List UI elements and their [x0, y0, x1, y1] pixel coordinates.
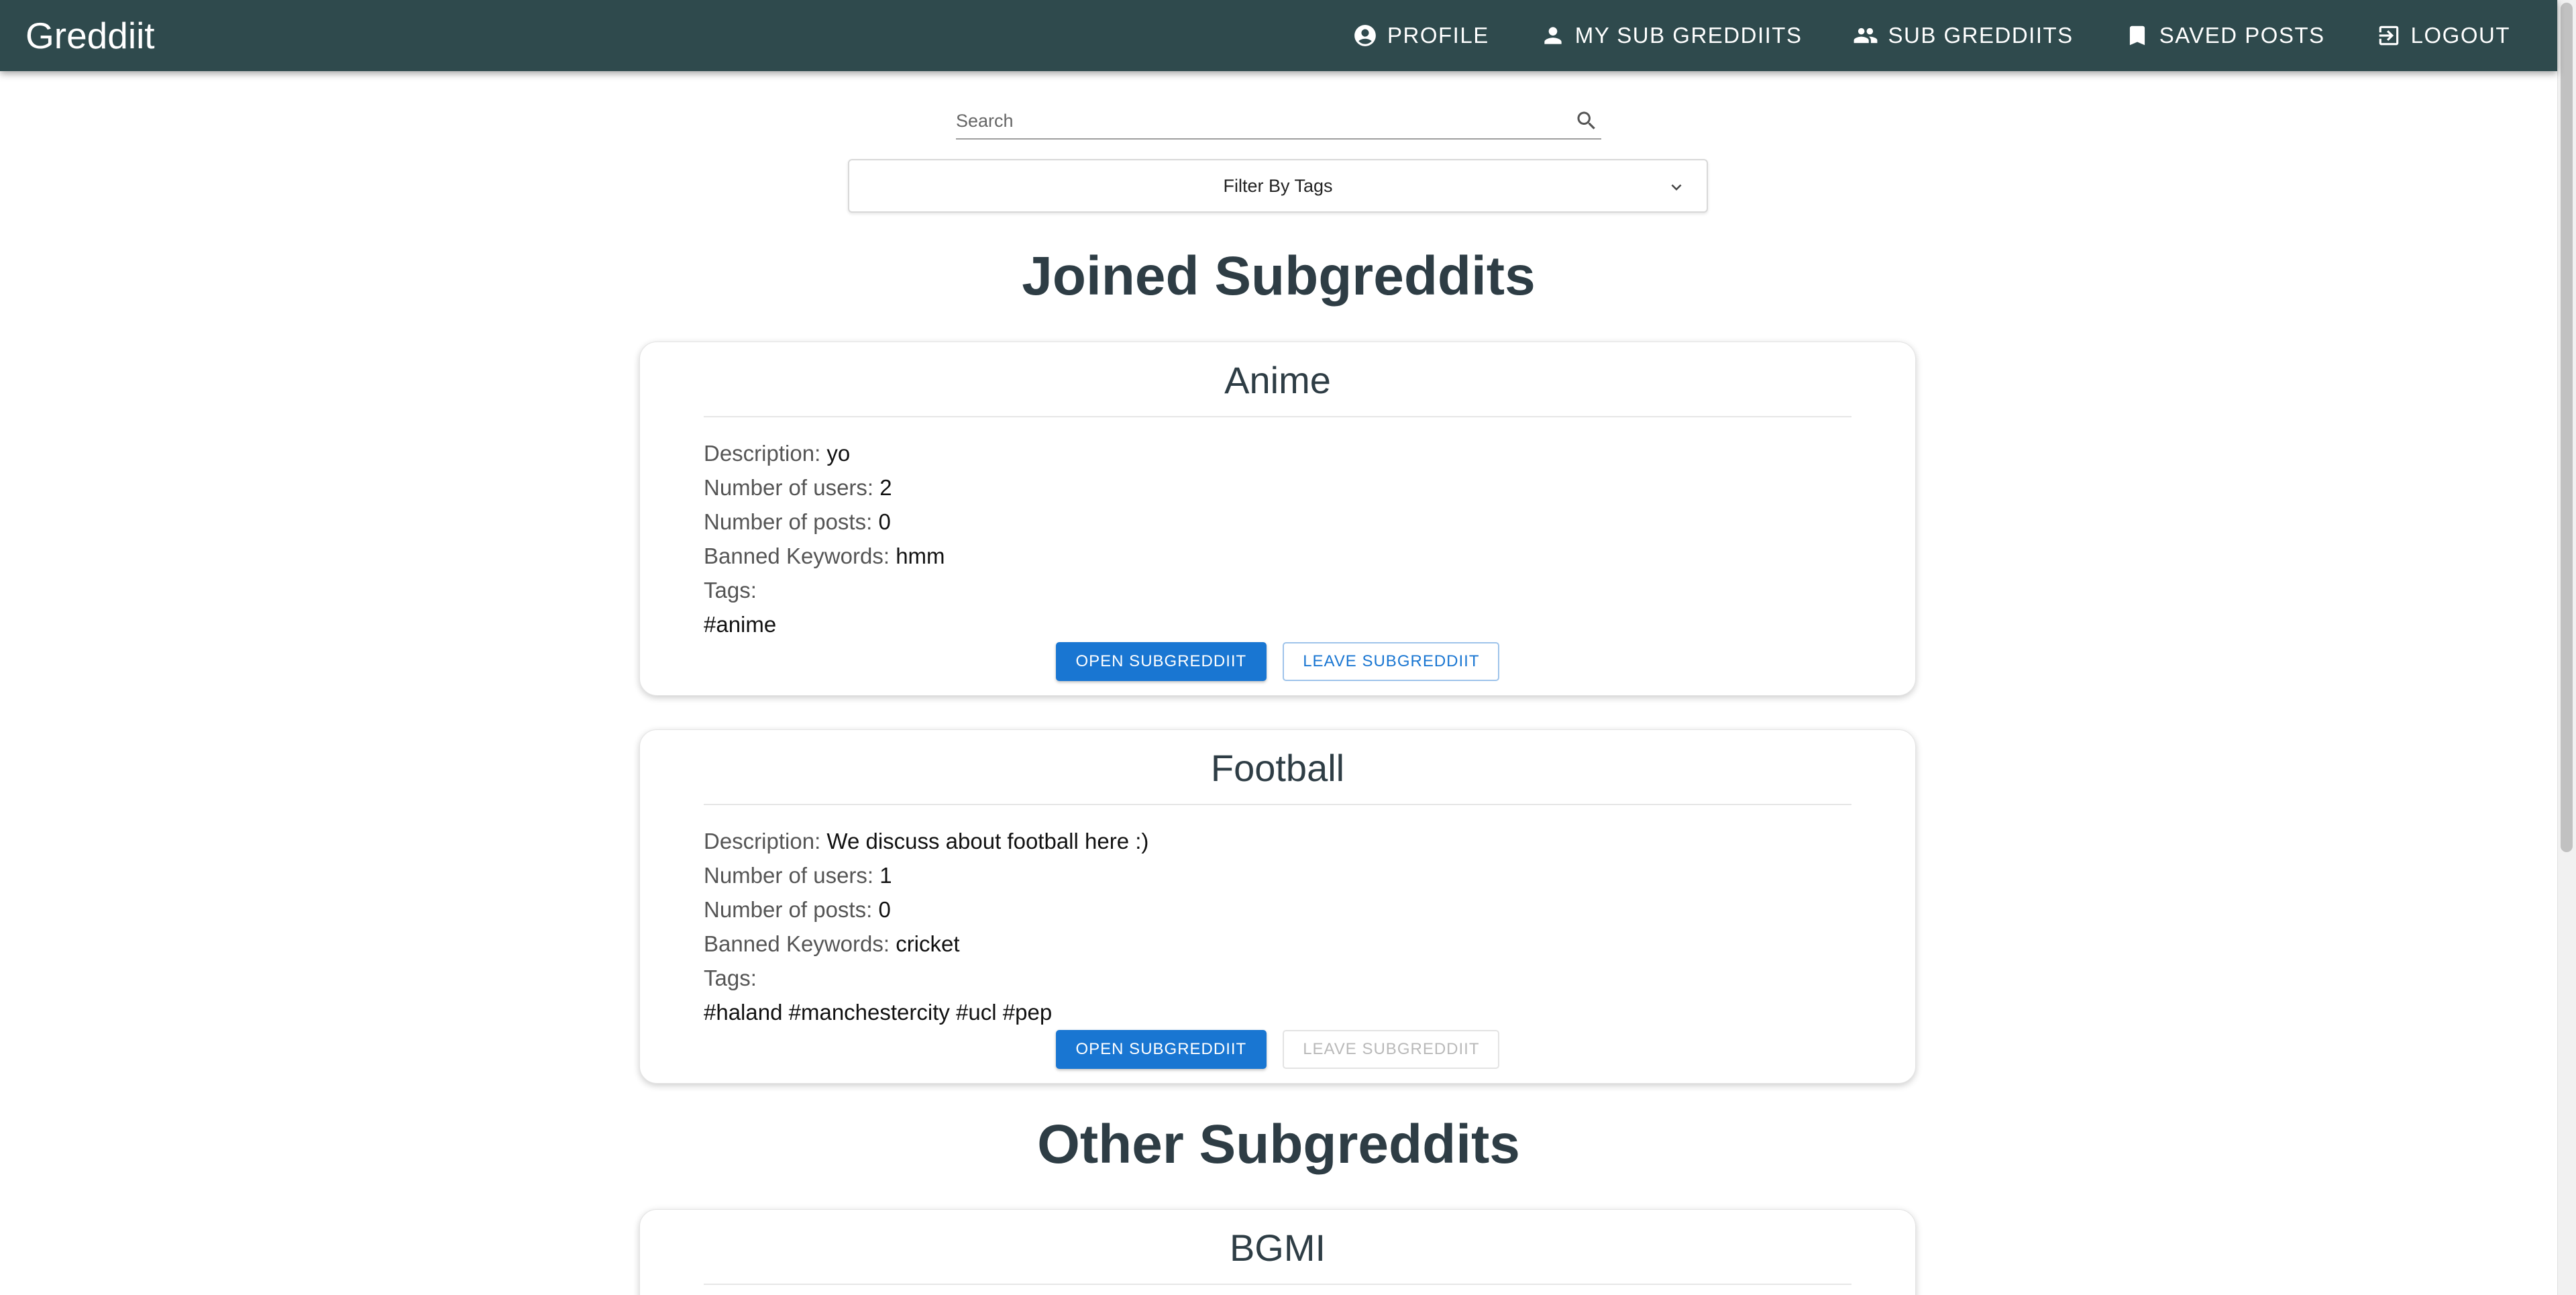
app-title[interactable]: Greddiit — [25, 13, 155, 58]
nav-saved-posts-label: SAVED POSTS — [2159, 23, 2325, 48]
nav-sub-greddiits-label: SUB GREDDIITS — [1888, 23, 2074, 48]
nav-profile-label: PROFILE — [1387, 23, 1489, 48]
open-subgreddiit-button[interactable]: OPEN SUBGREDDIIT — [1055, 1030, 1267, 1069]
tags-value: #haland #manchestercity #ucl #pep — [704, 1000, 1053, 1025]
page-scrollbar-thumb[interactable] — [2561, 3, 2573, 852]
filter-by-tags-dropdown[interactable]: Filter By Tags — [848, 159, 1708, 213]
posts-label: Number of posts: — [704, 897, 873, 922]
posts-row: Number of posts: 0 — [704, 505, 945, 539]
banned-keywords-value: cricket — [896, 931, 960, 956]
nav-my-sub-greddiits[interactable]: MY SUB GREDDIITS — [1515, 10, 1828, 61]
description-label: Description: — [704, 829, 821, 853]
subgreddit-name: BGMI — [704, 1225, 1851, 1285]
leave-subgreddiit-button[interactable]: LEAVE SUBGREDDIIT — [1283, 642, 1500, 681]
nav-profile[interactable]: PROFILE — [1327, 10, 1515, 61]
bookmark-icon — [2129, 25, 2145, 46]
nav-sub-greddiits[interactable]: SUB GREDDIITS — [1827, 10, 2098, 61]
tags-label: Tags: — [704, 966, 757, 990]
tags-row: Tags: — [704, 573, 945, 607]
users-value: 1 — [879, 863, 892, 888]
description-value: We discuss about football here :) — [826, 829, 1149, 853]
nav-saved-posts[interactable]: SAVED POSTS — [2099, 10, 2351, 61]
posts-row: Number of posts: 0 — [704, 892, 1148, 927]
description-row: Description: yo — [704, 436, 945, 470]
banned-keywords-row: Banned Keywords: hmm — [704, 539, 945, 573]
description-row: Description: We discuss about football h… — [704, 824, 1148, 858]
nav-logout-label: LOGOUT — [2410, 23, 2510, 48]
tags-value: #anime — [704, 612, 777, 637]
banned-keywords-row: Banned Keywords: cricket — [704, 927, 1148, 961]
users-label: Number of users: — [704, 863, 874, 888]
top-nav: PROFILE MY SUB GREDDIITS SUB GREDDIITS S… — [1327, 0, 2536, 71]
app-bar: Greddiit PROFILE MY SUB GREDDIITS SUB GR… — [0, 0, 2557, 71]
account-circle-icon — [1354, 25, 1376, 46]
banned-keywords-label: Banned Keywords: — [704, 931, 890, 956]
card-actions: OPEN SUBGREDDIIT LEAVE SUBGREDDIIT — [640, 642, 1915, 681]
people-icon — [1854, 28, 1878, 44]
other-subgreddits-heading: Other Subgreddits — [1037, 1114, 1520, 1175]
leave-subgreddiit-button-disabled: LEAVE SUBGREDDIIT — [1283, 1030, 1500, 1069]
open-subgreddiit-button[interactable]: OPEN SUBGREDDIIT — [1055, 642, 1267, 681]
tags-label: Tags: — [704, 578, 757, 603]
card-actions: OPEN SUBGREDDIIT LEAVE SUBGREDDIIT — [640, 1030, 1915, 1069]
tags-row: Tags: — [704, 961, 1148, 995]
subgreddit-card-anime: Anime Description: yo Number of users: 2… — [639, 342, 1916, 696]
subgreddit-card-bgmi: BGMI — [639, 1209, 1916, 1295]
search-input[interactable] — [956, 107, 1546, 134]
search-button[interactable] — [1572, 106, 1601, 136]
chevron-down-icon — [1671, 184, 1682, 191]
description-label: Description: — [704, 441, 821, 466]
banned-keywords-label: Banned Keywords: — [704, 543, 890, 568]
subgreddit-details: Description: We discuss about football h… — [704, 824, 1148, 1029]
nav-logout[interactable]: LOGOUT — [2351, 10, 2536, 61]
subgreddit-card-football: Football Description: We discuss about f… — [639, 729, 1916, 1084]
users-label: Number of users: — [704, 475, 874, 500]
person-icon — [1544, 27, 1562, 44]
description-value: yo — [826, 441, 851, 466]
logout-icon — [2379, 25, 2398, 46]
subgreddit-name: Anime — [704, 357, 1851, 417]
subgreddit-name: Football — [704, 745, 1851, 805]
posts-value: 0 — [878, 509, 891, 534]
users-value: 2 — [879, 475, 892, 500]
users-row: Number of users: 1 — [704, 858, 1148, 892]
posts-value: 0 — [878, 897, 891, 922]
users-row: Number of users: 2 — [704, 470, 945, 505]
search-field — [956, 101, 1601, 140]
joined-subgreddits-heading: Joined Subgreddits — [1022, 246, 1536, 307]
filter-label: Filter By Tags — [1223, 175, 1333, 196]
posts-label: Number of posts: — [704, 509, 873, 534]
search-icon — [1577, 111, 1595, 130]
subgreddit-details: Description: yo Number of users: 2 Numbe… — [704, 436, 945, 641]
nav-my-sub-greddiits-label: MY SUB GREDDIITS — [1574, 23, 1803, 48]
banned-keywords-value: hmm — [896, 543, 945, 568]
